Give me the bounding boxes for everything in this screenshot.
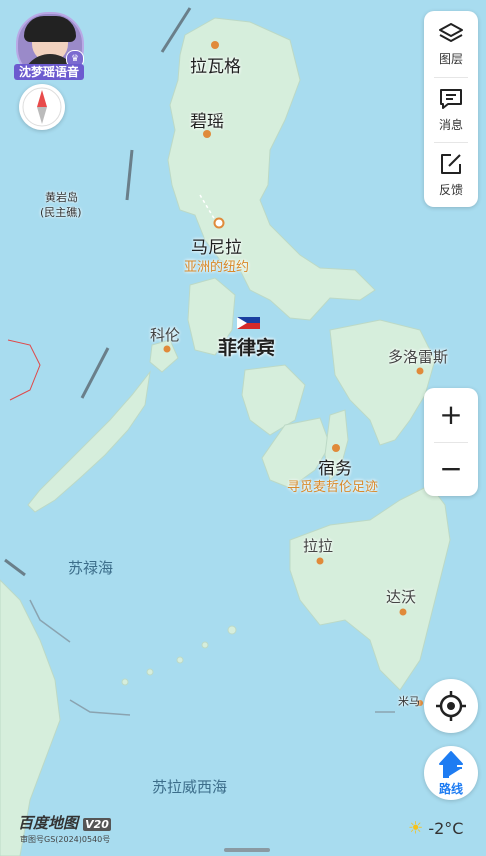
messages-label: 消息 bbox=[438, 118, 463, 132]
label-davao[interactable]: 达沃 bbox=[386, 586, 416, 607]
label-celebes-sea: 苏拉威西海 bbox=[152, 778, 228, 796]
label-baguio[interactable]: 碧瑶 bbox=[190, 107, 224, 132]
feedback-label: 反馈 bbox=[438, 183, 463, 197]
messages-button[interactable]: 消息 bbox=[424, 87, 478, 133]
voice-avatar-button[interactable]: ♛ 沈梦瑶语音 bbox=[14, 12, 84, 80]
map-tools-panel: 图层 消息 反馈 bbox=[424, 11, 478, 207]
feedback-button[interactable]: 反馈 bbox=[424, 152, 478, 198]
logo-text: 百度地图 bbox=[18, 814, 79, 832]
davao-marker bbox=[399, 608, 407, 616]
route-button[interactable]: 路线 bbox=[424, 746, 478, 800]
compass-button[interactable] bbox=[19, 84, 65, 130]
label-cebu-sub: 寻觅麦哲伦足迹 bbox=[287, 480, 379, 495]
label-manila-sub: 亚洲的纽约 bbox=[184, 260, 250, 275]
label-mima[interactable]: 米马 bbox=[398, 693, 420, 709]
label-philippines[interactable]: 菲律宾 bbox=[218, 333, 275, 360]
cebu-marker bbox=[332, 444, 340, 452]
label-huangyan-sub: (民主礁) bbox=[40, 206, 82, 219]
dolores-marker bbox=[416, 367, 424, 375]
sun-icon: ☀ bbox=[408, 818, 424, 839]
layers-label: 图层 bbox=[438, 52, 463, 66]
philippines-flag-icon bbox=[237, 317, 260, 329]
temperature: -2°C bbox=[428, 819, 464, 838]
label-huangyan[interactable]: 黄岩岛 bbox=[45, 189, 78, 205]
license-text: 审图号GS(2024)0540号 bbox=[20, 835, 111, 844]
logo-version: V20 bbox=[83, 818, 111, 831]
edit-icon bbox=[441, 154, 461, 174]
map-canvas[interactable] bbox=[0, 0, 486, 856]
label-dolores[interactable]: 多洛雷斯 bbox=[388, 346, 448, 367]
message-icon bbox=[440, 89, 462, 109]
route-label: 路线 bbox=[438, 782, 463, 796]
label-lala[interactable]: 拉拉 bbox=[303, 535, 333, 556]
weather-widget[interactable]: ☀ -2°C bbox=[408, 818, 463, 839]
locate-button[interactable] bbox=[424, 679, 478, 733]
zoom-out-button[interactable]: − bbox=[424, 442, 478, 496]
label-manila[interactable]: 马尼拉 bbox=[191, 233, 242, 258]
lala-marker bbox=[316, 557, 324, 565]
baidu-map-logo: 百度地图 V20 bbox=[18, 812, 111, 833]
label-laoag[interactable]: 拉瓦格 bbox=[190, 52, 241, 77]
layers-button[interactable]: 图层 bbox=[424, 21, 478, 67]
manila-marker bbox=[213, 217, 225, 229]
locate-icon bbox=[436, 691, 466, 721]
voice-label: 沈梦瑶语音 bbox=[14, 64, 84, 80]
laoag-marker bbox=[211, 41, 219, 49]
zoom-panel: + − bbox=[424, 388, 478, 496]
coron-marker bbox=[163, 345, 171, 353]
zoom-in-button[interactable]: + bbox=[424, 388, 478, 442]
label-sulu-sea: 苏禄海 bbox=[68, 559, 114, 577]
compass-icon bbox=[22, 87, 62, 127]
label-coron[interactable]: 科伦 bbox=[150, 324, 180, 345]
layers-icon bbox=[439, 23, 463, 42]
home-indicator bbox=[224, 848, 270, 852]
